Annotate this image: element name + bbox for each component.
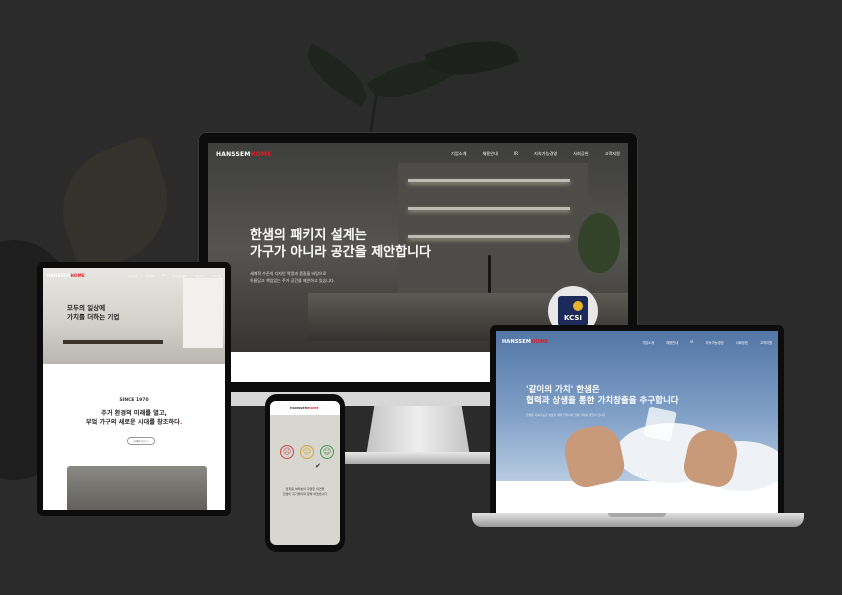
plant-image xyxy=(578,213,620,273)
phone-caption: 임직원 여러분의 다양한 의견을 한샘이 귀기울이며 함께 하겠습니다 xyxy=(282,487,328,496)
laptop-hero-subtitle: 한샘은 지속가능한 성장을 위해 협력사와 함께 가치를 만들어 갑니다 xyxy=(526,413,606,417)
since-label: SINCE 1970 xyxy=(119,398,149,403)
hanssem-logo[interactable]: HANSSEMHOME xyxy=(502,339,549,345)
plant-leaf-icon xyxy=(297,43,377,107)
tablet-site-nav: HANSSEMHOME 기업소개 채용안내 IR 지속가능경영 사회공헌 고객지… xyxy=(47,273,221,278)
faucet-icon xyxy=(488,255,491,293)
laptop-device: HANSSEMHOME 기업소개 채용안내 IR 지속가능경영 사회공헌 고객지… xyxy=(490,325,784,515)
showcase-scene: HANSSEMHOME 기업소개 채용안내 IR 지속가능경영 사회공헌 고객지… xyxy=(0,0,842,595)
hand-image xyxy=(560,421,628,491)
nav-item-support[interactable]: 고객지원 xyxy=(605,151,620,157)
laptop-notch xyxy=(608,513,666,517)
nav-item-support[interactable]: 고객지원 xyxy=(212,274,221,278)
phone-header: HANSSEMHOME xyxy=(270,401,340,415)
desktop-nav-menu: 기업소개 채용안내 IR 지속가능경영 사회공헌 고객지원 xyxy=(451,151,620,157)
nav-item-sustainability[interactable]: 지속가능경영 xyxy=(173,274,187,278)
desktop-hero-subtitle: 세계적 수준의 디자인 역량과 품질을 바탕으로 아름답고 책임있는 주거 공간… xyxy=(250,271,335,283)
laptop-screen: HANSSEMHOME 기업소개 채용안내 IR 지속가능경영 사회공헌 고객지… xyxy=(496,331,778,515)
desktop-hero-title: 한샘의 패키지 설계는 가구가 아니라 공간을 제안합니다 xyxy=(250,228,432,260)
carousel-dot[interactable] xyxy=(636,473,638,475)
kitchen-shelf xyxy=(408,207,570,210)
neutral-face-icon[interactable]: 😐 xyxy=(300,445,314,459)
nav-item-about[interactable]: 기업소개 xyxy=(128,274,137,278)
laptop-site-nav: HANSSEMHOME 기업소개 채용안내 IR 지속가능경영 사회공헌 고객지… xyxy=(502,339,772,345)
cabinet-image xyxy=(183,278,223,348)
nav-item-ir[interactable]: IR xyxy=(690,340,693,345)
nav-item-support[interactable]: 고객지원 xyxy=(760,340,772,345)
happy-face-icon[interactable]: ☺ xyxy=(320,445,334,459)
nav-item-about[interactable]: 기업소개 xyxy=(451,151,466,157)
monitor-stand xyxy=(366,406,470,456)
kitchen-shelf xyxy=(408,179,570,182)
plant-stem xyxy=(368,92,379,136)
nav-item-social[interactable]: 사회공헌 xyxy=(573,151,588,157)
tablet-screen: HANSSEMHOME 기업소개 채용안내 IR 지속가능경영 사회공헌 고객지… xyxy=(43,268,225,510)
dining-table-image xyxy=(63,340,163,344)
kcsi-label: KCSI xyxy=(563,314,583,322)
laptop-nav-menu: 기업소개 채용안내 IR 지속가능경영 사회공헌 고객지원 xyxy=(642,340,772,345)
hanssem-logo[interactable]: HANSSEMHOME xyxy=(216,151,272,158)
carousel-dots[interactable] xyxy=(636,473,646,475)
background-leaf-shape xyxy=(44,134,186,276)
tablet-headline: 주거 환경의 미래를 열고, 부엌 가구의 새로운 시대를 창조하다. xyxy=(85,410,183,426)
kcsi-logo-icon: KCSI xyxy=(558,296,588,326)
nav-item-ir[interactable]: IR xyxy=(514,151,518,157)
nav-item-ir[interactable]: IR xyxy=(162,274,164,278)
tablet-device: HANSSEMHOME 기업소개 채용안내 IR 지속가능경영 사회공헌 고객지… xyxy=(37,262,231,516)
carousel-dot[interactable] xyxy=(644,473,646,475)
nav-item-sustainability[interactable]: 지속가능경영 xyxy=(706,340,724,345)
kcsi-dot-icon xyxy=(573,301,583,311)
sad-face-icon[interactable]: ☹ xyxy=(280,445,294,459)
nav-item-careers[interactable]: 채용안내 xyxy=(482,151,497,157)
carousel-dot[interactable] xyxy=(640,473,642,475)
nav-item-careers[interactable]: 채용안내 xyxy=(145,274,154,278)
kitchen-shelf xyxy=(408,235,570,238)
checkmark-icon: ✔ xyxy=(315,462,321,470)
laptop-hero-title: '같이의 가치' 한샘은 협력과 상생을 통한 가치창출을 추구합니다 xyxy=(526,385,679,406)
nav-item-sustainability[interactable]: 지속가능경영 xyxy=(534,151,557,157)
monitor-base xyxy=(340,452,496,464)
phone-device: HANSSEMHOME ☹ 😐 ☺ ✔ 임직원 여러분의 다양한 의견을 한샘이… xyxy=(265,394,345,552)
tablet-nav-menu: 기업소개 채용안내 IR 지속가능경영 사회공헌 고객지원 xyxy=(128,274,221,278)
nav-item-social[interactable]: 사회공헌 xyxy=(736,340,748,345)
hanssem-logo[interactable]: HANSSEMHOME xyxy=(47,273,85,278)
nav-item-social[interactable]: 사회공헌 xyxy=(195,274,204,278)
nav-item-careers[interactable]: 채용안내 xyxy=(666,340,678,345)
tablet-hero-title: 모두의 일상에 가치를 더하는 기업 xyxy=(67,304,120,321)
feedback-faces: ☹ 😐 ☺ xyxy=(280,445,334,459)
nav-item-about[interactable]: 기업소개 xyxy=(642,340,654,345)
more-button[interactable]: 자세히 보기 > xyxy=(127,437,155,445)
phone-screen: HANSSEMHOME ☹ 😐 ☺ ✔ 임직원 여러분의 다양한 의견을 한샘이… xyxy=(270,401,340,545)
historic-photo xyxy=(67,466,207,510)
hanssem-logo[interactable]: HANSSEMHOME xyxy=(290,406,319,410)
desktop-site-nav: HANSSEMHOME 기업소개 채용안내 IR 지속가능경영 사회공헌 고객지… xyxy=(208,143,628,165)
